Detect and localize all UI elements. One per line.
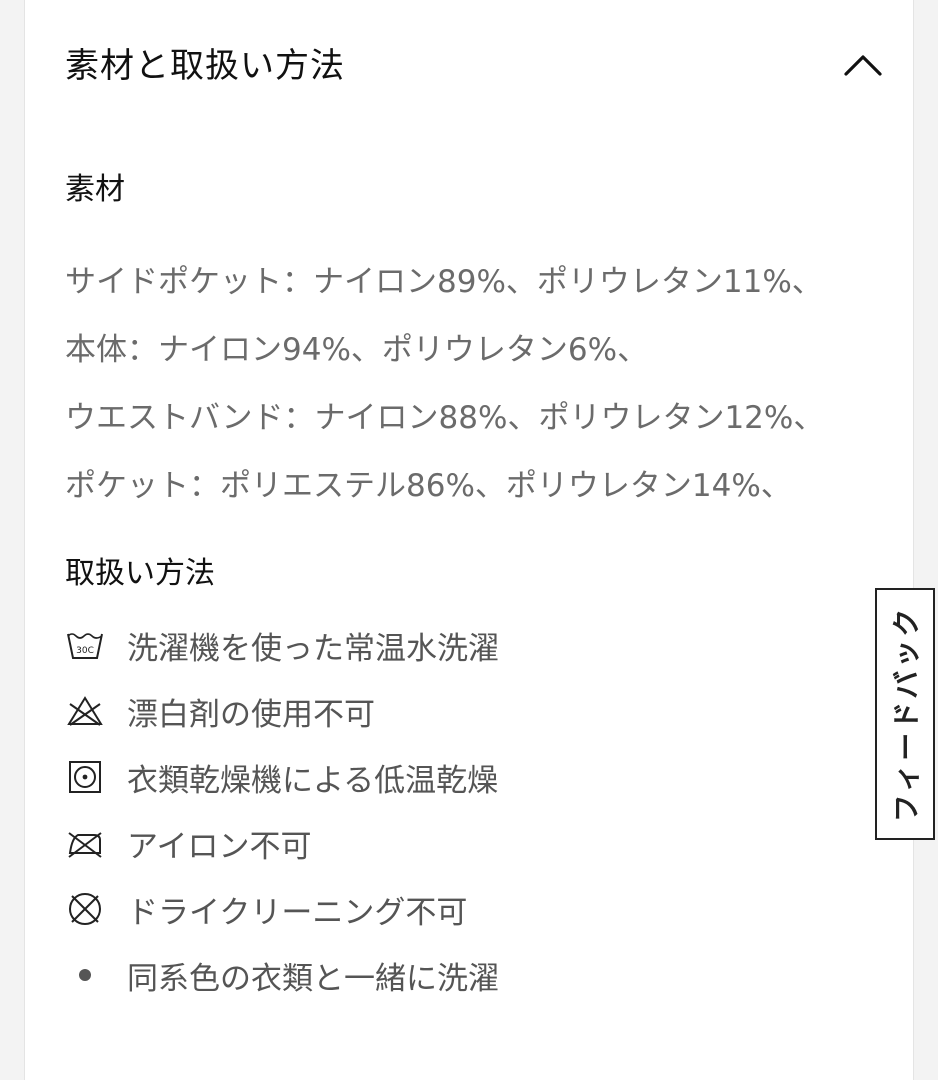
svg-text:30C: 30C bbox=[76, 646, 94, 656]
care-item-label: ドライクリーニング不可 bbox=[127, 894, 468, 931]
material-line: サイドポケット：ナイロン89%、ポリウレタン11%、 bbox=[65, 264, 823, 300]
no-bleach-icon bbox=[65, 691, 105, 731]
care-item: 漂白剤の使用不可 bbox=[65, 678, 865, 744]
care-item-label: 洗濯機を使った常温水洗濯 bbox=[127, 630, 499, 667]
care-item-label: アイロン不可 bbox=[127, 828, 312, 865]
care-item: 30C 洗濯機を使った常温水洗濯 bbox=[65, 612, 865, 678]
material-line: ポケット：ポリエステル86%、ポリウレタン14%、 bbox=[65, 468, 792, 504]
chevron-up-icon[interactable] bbox=[841, 42, 885, 86]
care-item-label: 同系色の衣類と一緒に洗濯 bbox=[127, 960, 499, 997]
care-item-label: 衣類乾燥機による低温乾燥 bbox=[127, 762, 499, 799]
bullet-icon bbox=[65, 955, 105, 995]
materials-list: サイドポケット：ナイロン89%、ポリウレタン11%、 本体：ナイロン94%、ポリ… bbox=[65, 248, 885, 520]
material-line: ウエストバンド：ナイロン88%、ポリウレタン12%、 bbox=[65, 400, 825, 436]
section-title: 素材と取扱い方法 bbox=[65, 46, 345, 86]
care-heading: 取扱い方法 bbox=[65, 556, 215, 591]
materials-heading: 素材 bbox=[65, 172, 125, 207]
material-line: 本体：ナイロン94%、ポリウレタン6%、 bbox=[65, 332, 649, 368]
care-item: 同系色の衣類と一緒に洗濯 bbox=[65, 942, 865, 1008]
wash-30c-icon: 30C bbox=[65, 625, 105, 665]
care-item: ドライクリーニング不可 bbox=[65, 876, 865, 942]
tumble-dry-low-icon bbox=[65, 757, 105, 797]
no-iron-icon bbox=[65, 823, 105, 863]
care-item-label: 漂白剤の使用不可 bbox=[127, 696, 375, 733]
care-item: 衣類乾燥機による低温乾燥 bbox=[65, 744, 865, 810]
care-item: アイロン不可 bbox=[65, 810, 865, 876]
accordion-header[interactable]: 素材と取扱い方法 bbox=[65, 36, 885, 92]
feedback-button[interactable]: フィードバック bbox=[875, 588, 935, 840]
no-dry-clean-icon bbox=[65, 889, 105, 929]
feedback-label: フィードバック bbox=[890, 605, 923, 823]
care-instructions-list: 30C 洗濯機を使った常温水洗濯 漂白剤の使用不可 衣類乾燥機による低温乾燥 ア… bbox=[65, 612, 865, 1008]
product-details-panel: 素材と取扱い方法 素材 サイドポケット：ナイロン89%、ポリウレタン11%、 本… bbox=[24, 0, 914, 1080]
